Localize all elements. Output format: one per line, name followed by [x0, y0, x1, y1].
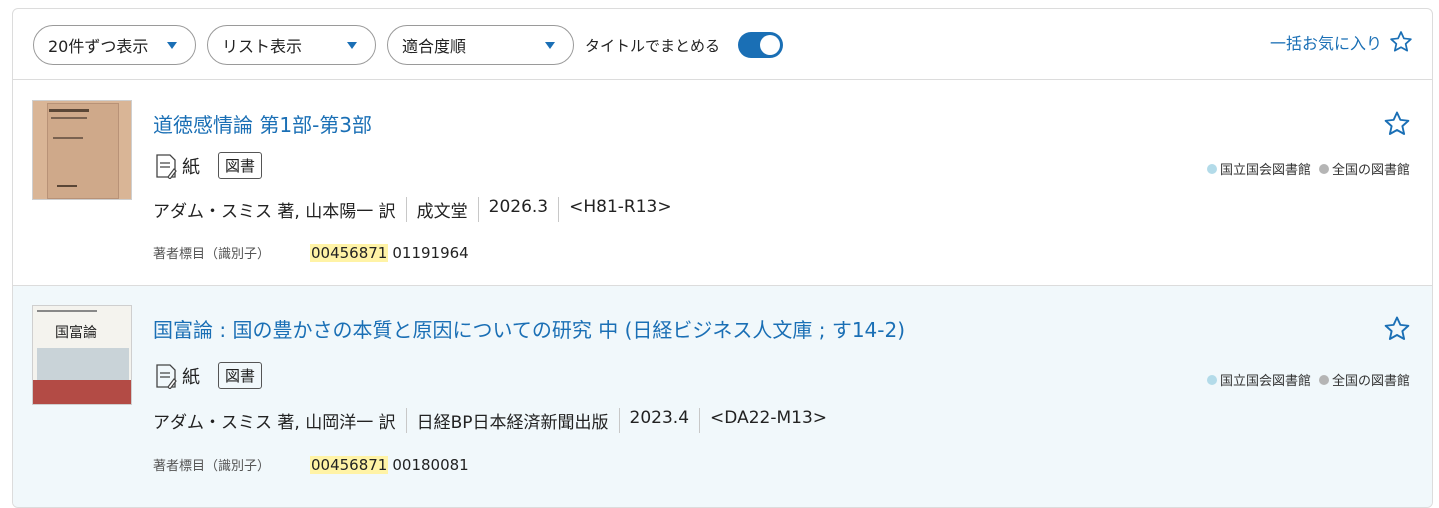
- all-libraries-dot-icon: [1318, 374, 1329, 385]
- view-mode-value: リスト表示: [222, 37, 303, 56]
- per-page-value: 20件ずつ表示: [48, 37, 149, 56]
- book-cover-image[interactable]: 国富論: [32, 305, 132, 405]
- bibliographic-meta: アダム・スミス 著, 山岡洋一 訳 日経BP日本経済新聞出版 2023.4 <D…: [153, 408, 837, 433]
- holdings: 国立国会図書館 全国の図書館: [1206, 159, 1410, 178]
- holding-all[interactable]: 全国の図書館: [1332, 370, 1410, 389]
- per-page-select[interactable]: 20件ずつ表示: [33, 25, 196, 65]
- identifier-value: 01191964: [392, 243, 469, 262]
- result-item: 道徳感情論 第1部-第3部 紙 図書 アダム・スミス 著, 山本陽一 訳 成文堂…: [13, 81, 1432, 286]
- bulk-favorite-button[interactable]: 一括お気に入り: [1270, 29, 1414, 55]
- identifier-label: 著者標目（識別子）: [153, 247, 271, 262]
- holdings: 国立国会図書館 全国の図書館: [1206, 370, 1410, 389]
- caret-down-icon: [167, 42, 177, 49]
- caret-down-icon: [545, 42, 555, 49]
- publication-date: 2026.3: [477, 197, 558, 222]
- type-badge: 図書: [218, 362, 263, 389]
- format-info: 紙 図書: [154, 362, 263, 389]
- author-identifier: 著者標目（識別子） 00456871 00180081: [153, 455, 469, 474]
- toggle-knob: [760, 35, 780, 55]
- call-number: <DA22-M13>: [699, 408, 837, 433]
- result-item: 国富論 国富論 : 国の豊かさの本質と原因についての研究 中 (日経ビジネス人文…: [13, 286, 1432, 507]
- caret-down-icon: [347, 42, 357, 49]
- publication-date: 2023.4: [618, 408, 699, 433]
- all-libraries-dot-icon: [1318, 163, 1329, 174]
- result-title-link[interactable]: 道徳感情論 第1部-第3部: [153, 109, 372, 138]
- format-info: 紙 図書: [154, 152, 263, 179]
- author: アダム・スミス 著, 山岡洋一 訳: [153, 413, 396, 433]
- ndl-dot-icon: [1206, 374, 1217, 385]
- publisher: 成文堂: [405, 197, 478, 222]
- paper-document-icon: [156, 363, 177, 389]
- search-results-panel: 20件ずつ表示 リスト表示 適合度順 タイトルでまとめる 一括お気に入り 道徳感…: [12, 8, 1433, 508]
- bibliographic-meta: アダム・スミス 著, 山本陽一 訳 成文堂 2026.3 <H81-R13>: [153, 197, 682, 222]
- ndl-dot-icon: [1206, 163, 1217, 174]
- holding-all[interactable]: 全国の図書館: [1332, 159, 1410, 178]
- type-badge: 図書: [218, 152, 263, 179]
- cover-title-text: 国富論: [55, 325, 97, 341]
- identifier-highlight: 00456871: [310, 243, 389, 262]
- result-title-link[interactable]: 国富論 : 国の豊かさの本質と原因についての研究 中 (日経ビジネス人文庫 ; …: [153, 314, 905, 343]
- group-by-title-label: タイトルでまとめる: [585, 37, 721, 55]
- identifier-value: 00180081: [392, 455, 469, 474]
- book-cover-image[interactable]: [32, 100, 132, 200]
- publisher: 日経BP日本経済新聞出版: [405, 408, 619, 433]
- author-identifier: 著者標目（識別子） 00456871 01191964: [153, 243, 469, 262]
- favorite-star-icon[interactable]: [1382, 109, 1412, 139]
- format-label: 紙: [182, 366, 200, 388]
- holding-ndl[interactable]: 国立国会図書館: [1220, 159, 1311, 178]
- sort-value: 適合度順: [402, 37, 467, 56]
- results-toolbar: 20件ずつ表示 リスト表示 適合度順 タイトルでまとめる 一括お気に入り: [13, 9, 1432, 80]
- bulk-favorite-label: 一括お気に入り: [1269, 34, 1382, 53]
- view-mode-select[interactable]: リスト表示: [207, 25, 376, 65]
- holding-ndl[interactable]: 国立国会図書館: [1220, 370, 1311, 389]
- author: アダム・スミス 著, 山本陽一 訳: [153, 202, 396, 222]
- call-number: <H81-R13>: [558, 197, 681, 222]
- format-label: 紙: [182, 156, 200, 178]
- group-by-title-toggle[interactable]: [738, 32, 783, 58]
- paper-document-icon: [156, 153, 177, 179]
- star-outline-icon: [1390, 31, 1412, 52]
- sort-select[interactable]: 適合度順: [387, 25, 574, 65]
- favorite-star-icon[interactable]: [1382, 314, 1412, 344]
- identifier-label: 著者標目（識別子）: [153, 459, 271, 474]
- identifier-highlight: 00456871: [310, 455, 389, 474]
